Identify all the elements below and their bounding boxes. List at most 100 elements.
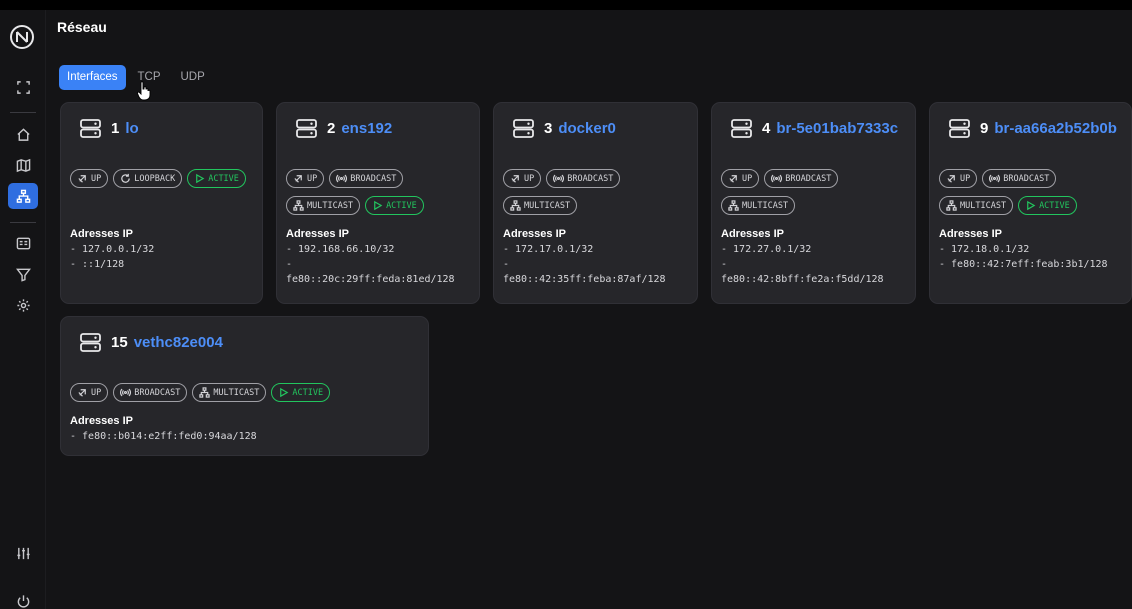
ip-address: -	[286, 259, 293, 270]
interface-header: 4 br-5e01bab7333c	[731, 119, 898, 138]
ip-address: - fe80::b014:e2ff:fed0:94aa/128	[70, 431, 257, 442]
flag-badges: UP BROADCAST MULTICAST	[503, 169, 693, 223]
tab-interfaces[interactable]: Interfaces	[59, 65, 126, 90]
interface-card: 15 vethc82e004 UP BROADCAST MULTICAST ACTIVE A…	[60, 316, 429, 456]
flag-badges: UP BROADCAST MULTICAST	[721, 169, 911, 223]
play-icon	[1025, 200, 1039, 211]
broadcast-icon	[989, 173, 1003, 184]
up-icon	[77, 387, 91, 398]
flag-badge-multicast: MULTICAST	[721, 196, 796, 215]
broadcast-icon	[120, 387, 134, 398]
flag-badge-broadcast: BROADCAST	[764, 169, 839, 188]
filter-icon[interactable]	[8, 261, 38, 287]
app-window: Réseau Interfaces TCP UDP 1 lo UP LOOPBACK A…	[0, 10, 1132, 609]
flag-label: UP	[91, 387, 102, 398]
flag-badge-multicast: MULTICAST	[286, 196, 361, 215]
flag-badges: UP BROADCAST MULTICAST ACTIVE	[70, 383, 424, 410]
flag-label: BROADCAST	[350, 173, 397, 184]
flag-badge-up: UP	[70, 383, 109, 402]
ip-address-list: - 172.17.0.1/32- fe80::42:35ff:feba:87af/…	[503, 242, 666, 287]
flag-badge-loopback: LOOPBACK	[113, 169, 183, 188]
server-icon	[731, 119, 762, 138]
terminal-icon[interactable]	[8, 230, 38, 256]
ip-section-title: Adresses IP	[939, 228, 1002, 240]
server-icon	[296, 119, 327, 138]
interface-header: 2 ens192	[296, 119, 392, 138]
ip-address: -	[721, 259, 728, 270]
interface-card: 1 lo UP LOOPBACK ACTIVE Adresses IP - 127.0.0.…	[60, 102, 263, 304]
settings-icon[interactable]	[8, 292, 38, 318]
up-icon	[77, 173, 91, 184]
interface-name-link[interactable]: ens192	[341, 120, 392, 137]
flag-label: BROADCAST	[567, 173, 614, 184]
flag-badge-broadcast: BROADCAST	[982, 169, 1057, 188]
flag-label: BROADCAST	[134, 387, 181, 398]
flag-label: ACTIVE	[386, 200, 417, 211]
interface-name-link[interactable]: vethc82e004	[134, 334, 223, 351]
flag-label: BROADCAST	[1003, 173, 1050, 184]
flag-badge-broadcast: BROADCAST	[546, 169, 621, 188]
server-icon	[513, 119, 544, 138]
ip-address: - 172.27.0.1/32	[721, 244, 812, 255]
interface-header: 3 docker0	[513, 119, 616, 138]
interface-card: 3 docker0 UP BROADCAST MULTICAST Adresses IP -…	[493, 102, 698, 304]
tab-udp[interactable]: UDP	[173, 65, 213, 90]
interface-name-link[interactable]: lo	[125, 120, 138, 137]
flag-badges: UP LOOPBACK ACTIVE	[70, 169, 258, 196]
ip-section-title: Adresses IP	[721, 228, 784, 240]
sidebar	[0, 10, 46, 609]
multicast-icon	[293, 200, 307, 211]
interface-card: 9 br-aa66a2b52b0b UP BROADCAST MULTICAST ACTI…	[929, 102, 1132, 304]
loopback-icon	[120, 173, 134, 184]
flag-badges: UP BROADCAST MULTICAST ACTIVE	[939, 169, 1127, 223]
flag-badge-broadcast: BROADCAST	[113, 383, 188, 402]
flag-label: BROADCAST	[785, 173, 832, 184]
flag-badge-active: ACTIVE	[1018, 196, 1077, 215]
interface-card: 4 br-5e01bab7333c UP BROADCAST MULTICAST Adre…	[711, 102, 916, 304]
fullscreen-icon[interactable]	[8, 74, 38, 100]
ip-address: - 172.18.0.1/32	[939, 244, 1030, 255]
flag-badge-active: ACTIVE	[271, 383, 331, 402]
flag-badge-multicast: MULTICAST	[939, 196, 1014, 215]
sliders-icon[interactable]	[8, 540, 38, 566]
up-icon	[728, 173, 742, 184]
flag-badge-up: UP	[286, 169, 325, 188]
up-icon	[946, 173, 960, 184]
flag-badge-active: ACTIVE	[187, 169, 246, 188]
flag-badges: UP BROADCAST MULTICAST ACTIVE	[286, 169, 475, 223]
interface-name-link[interactable]: br-5e01bab7333c	[776, 120, 898, 137]
flag-badge-active: ACTIVE	[365, 196, 424, 215]
power-icon[interactable]	[8, 588, 38, 609]
flag-label: MULTICAST	[960, 200, 1007, 211]
flag-badge-up: UP	[70, 169, 109, 188]
interface-card: 2 ens192 UP BROADCAST MULTICAST ACTIVE Adresse…	[276, 102, 480, 304]
network-icon[interactable]	[8, 183, 38, 209]
flag-badge-multicast: MULTICAST	[503, 196, 578, 215]
page-title: Réseau	[57, 19, 107, 35]
ip-address: fe80::42:35ff:feba:87af/128	[503, 274, 666, 285]
ip-address-list: - fe80::b014:e2ff:fed0:94aa/128	[70, 429, 257, 444]
flag-label: UP	[91, 173, 102, 184]
interface-index: 3	[544, 120, 553, 137]
ip-section-title: Adresses IP	[70, 415, 133, 427]
ip-address: - 172.17.0.1/32	[503, 244, 594, 255]
ip-address: - ::1/128	[70, 259, 125, 270]
logo-icon	[10, 25, 34, 49]
ip-address: - 127.0.0.1/32	[70, 244, 155, 255]
flag-label: ACTIVE	[292, 387, 324, 398]
interface-name-link[interactable]: docker0	[558, 120, 616, 137]
interface-name-link[interactable]: br-aa66a2b52b0b	[994, 120, 1117, 137]
broadcast-icon	[553, 173, 567, 184]
ip-section-title: Adresses IP	[286, 228, 349, 240]
ip-address-list: - 172.18.0.1/32- fe80::42:7eff:feab:3b1/…	[939, 242, 1108, 272]
interface-header: 9 br-aa66a2b52b0b	[949, 119, 1117, 138]
play-icon	[372, 200, 386, 211]
flag-badge-broadcast: BROADCAST	[329, 169, 404, 188]
map-icon[interactable]	[8, 152, 38, 178]
server-icon	[949, 119, 980, 138]
flag-label: MULTICAST	[524, 200, 571, 211]
multicast-icon	[510, 200, 524, 211]
home-icon[interactable]	[8, 121, 38, 147]
server-icon	[80, 119, 111, 138]
sidebar-divider	[10, 112, 36, 113]
